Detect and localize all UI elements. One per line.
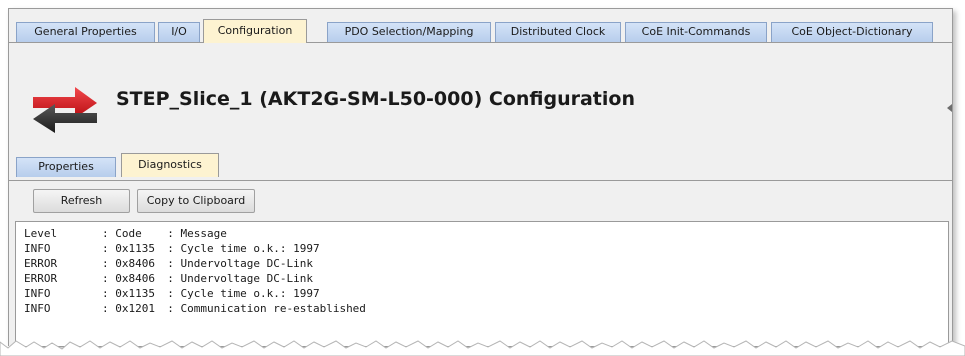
- tab-divider: [9, 42, 952, 43]
- log-code: 0x1135: [115, 287, 155, 300]
- diagnostics-log[interactable]: Level: Code: Message INFO: 0x1135: Cycle…: [15, 221, 949, 347]
- log-level: ERROR: [24, 257, 58, 270]
- separator: :: [167, 302, 181, 315]
- separator: :: [167, 257, 181, 270]
- top-tab-bar: General Properties I/O Configuration PDO…: [9, 9, 952, 43]
- collapse-arrow-icon[interactable]: [947, 104, 952, 112]
- tab-pdo-selection-mapping[interactable]: PDO Selection/Mapping: [327, 22, 491, 42]
- separator: :: [102, 257, 116, 270]
- separator: :: [102, 302, 116, 315]
- log-header: Level: Code: Message: [24, 226, 948, 241]
- torn-edge: [0, 340, 965, 356]
- tab-distributed-clock[interactable]: Distributed Clock: [495, 22, 621, 42]
- separator: :: [167, 242, 181, 255]
- log-header-code: Code: [115, 227, 142, 240]
- separator: :: [102, 242, 116, 255]
- refresh-button[interactable]: Refresh: [33, 189, 130, 213]
- log-level: INFO: [24, 287, 51, 300]
- log-code: 0x8406: [115, 272, 155, 285]
- log-row: INFO: 0x1135: Cycle time o.k.: 1997: [24, 241, 948, 256]
- separator: :: [102, 227, 116, 240]
- log-level: ERROR: [24, 272, 58, 285]
- log-level: INFO: [24, 242, 51, 255]
- copy-to-clipboard-button[interactable]: Copy to Clipboard: [137, 189, 255, 213]
- tab-general-properties[interactable]: General Properties: [16, 22, 155, 42]
- page-title: STEP_Slice_1 (AKT2G-SM-L50-000) Configur…: [116, 88, 635, 110]
- log-row: INFO: 0x1201: Communication re-establish…: [24, 301, 948, 316]
- separator: :: [167, 272, 181, 285]
- log-header-level: Level: [24, 227, 58, 240]
- separator: :: [167, 227, 181, 240]
- log-code: 0x1201: [115, 302, 155, 315]
- log-message: Cycle time o.k.: 1997: [180, 287, 320, 300]
- tab-configuration[interactable]: Configuration: [203, 19, 307, 43]
- log-message: Undervoltage DC-Link: [180, 257, 313, 270]
- separator: :: [102, 287, 116, 300]
- log-level: INFO: [24, 302, 51, 315]
- log-code: 0x8406: [115, 257, 155, 270]
- log-row: INFO: 0x1135: Cycle time o.k.: 1997: [24, 286, 948, 301]
- subtab-divider: [9, 180, 952, 181]
- subtab-diagnostics[interactable]: Diagnostics: [121, 153, 219, 177]
- log-row: ERROR: 0x8406: Undervoltage DC-Link: [24, 256, 948, 271]
- log-message: Communication re-established: [180, 302, 366, 315]
- tab-coe-object-dictionary[interactable]: CoE Object-Dictionary: [771, 22, 933, 42]
- exchange-arrows-icon: [33, 87, 97, 133]
- separator: :: [102, 272, 116, 285]
- tab-coe-init-commands[interactable]: CoE Init-Commands: [625, 22, 767, 42]
- subtab-properties[interactable]: Properties: [16, 157, 116, 177]
- log-message: Undervoltage DC-Link: [180, 272, 313, 285]
- tab-io[interactable]: I/O: [158, 22, 200, 42]
- log-code: 0x1135: [115, 242, 155, 255]
- log-message: Cycle time o.k.: 1997: [180, 242, 320, 255]
- log-row: ERROR: 0x8406: Undervoltage DC-Link: [24, 271, 948, 286]
- separator: :: [167, 287, 181, 300]
- log-header-message: Message: [180, 227, 227, 240]
